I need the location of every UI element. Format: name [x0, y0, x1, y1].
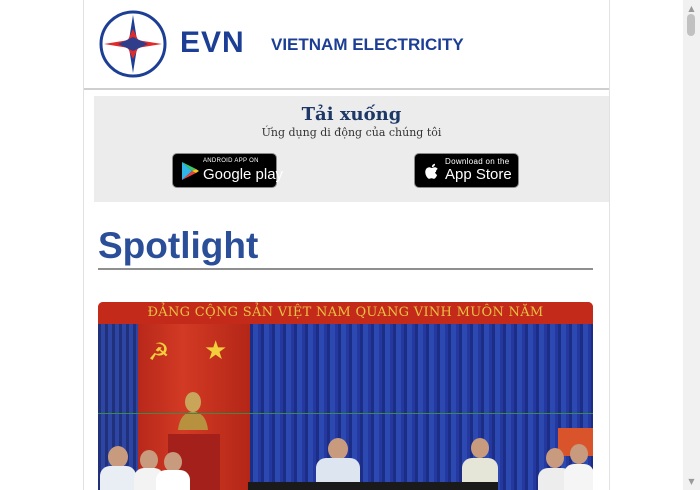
scroll-down-icon[interactable]: ▼: [683, 473, 700, 490]
google-play-small-label: ANDROID APP ON: [203, 158, 259, 164]
meeting-person: [100, 442, 136, 490]
app-store-small-label: Download on the: [445, 157, 510, 166]
photo-banner-text: ĐẢNG CỘNG SẢN VIỆT NAM QUANG VINH MUÔN N…: [98, 302, 593, 324]
evn-logo-icon[interactable]: [98, 9, 168, 79]
meeting-person: [564, 442, 593, 490]
spotlight-photo[interactable]: ĐẢNG CỘNG SẢN VIỆT NAM QUANG VINH MUÔN N…: [98, 302, 593, 490]
spotlight-heading: Spotlight: [98, 225, 259, 266]
meeting-table: [248, 482, 498, 490]
apple-icon: [425, 163, 438, 179]
logo-subtitle[interactable]: VIETNAM ELECTRICITY: [271, 35, 464, 55]
meeting-person: [156, 452, 190, 490]
download-subtitle: Ứng dụng di động của chúng tôi: [261, 126, 442, 139]
star-icon: ★: [204, 336, 228, 366]
photo-green-line: [98, 413, 593, 414]
google-play-button[interactable]: ANDROID APP ON Google play: [172, 153, 283, 188]
download-title: Tải xuống: [301, 104, 402, 125]
app-store-button[interactable]: Download on the App Store: [414, 153, 519, 188]
scrollbar-thumb[interactable]: [687, 14, 695, 36]
app-store-label: App Store: [445, 166, 512, 183]
google-play-label: Google play: [203, 166, 284, 183]
logo-text[interactable]: EVN: [180, 26, 245, 60]
bust-statue: [178, 392, 208, 430]
page-content: EVN VIETNAM ELECTRICITY Tải xuống Ứng dụ…: [83, 0, 610, 490]
hammer-sickle-icon: ☭: [148, 338, 170, 366]
google-play-icon: [182, 162, 199, 180]
site-header: EVN VIETNAM ELECTRICITY: [84, 0, 609, 90]
app-download-section: Tải xuống Ứng dụng di động của chúng tôi…: [94, 96, 609, 202]
spotlight-divider: [98, 268, 593, 270]
vertical-scrollbar[interactable]: ▲ ▼: [683, 0, 700, 490]
